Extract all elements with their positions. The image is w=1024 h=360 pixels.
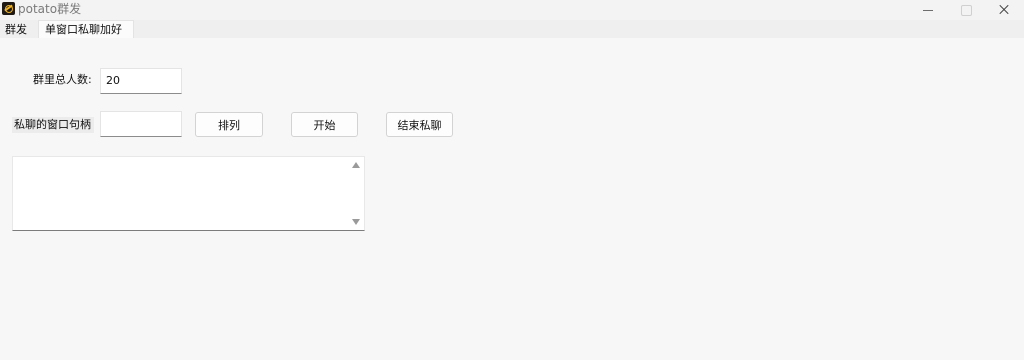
end-chat-button[interactable]: 结束私聊: [386, 112, 453, 137]
close-button[interactable]: [985, 0, 1023, 20]
tab-bar: [0, 20, 1024, 38]
arrow-down-icon[interactable]: [352, 219, 360, 225]
arrow-up-icon[interactable]: [352, 162, 360, 168]
window-title: potato群发: [18, 2, 82, 16]
tab-single-window-chat[interactable]: 单窗口私聊加好友: [38, 20, 134, 53]
arrange-button[interactable]: 排列: [195, 112, 263, 137]
group-count-input[interactable]: 20: [100, 68, 182, 94]
close-icon: [999, 5, 1009, 15]
maximize-icon: [960, 4, 972, 16]
start-button[interactable]: 开始: [291, 112, 358, 137]
chat-handle-label: 私聊的窗口句柄: [12, 117, 94, 133]
maximize-button[interactable]: [947, 0, 985, 20]
potato-icon: [2, 2, 15, 15]
log-textarea[interactable]: [12, 156, 365, 231]
group-count-label: 群里总人数:: [33, 73, 92, 86]
minimize-button[interactable]: [909, 0, 947, 20]
chat-handle-input[interactable]: [100, 111, 182, 137]
tab-group-send[interactable]: 群发: [2, 21, 30, 38]
minimize-icon: [923, 9, 933, 11]
title-bar: potato群发: [0, 0, 1024, 20]
